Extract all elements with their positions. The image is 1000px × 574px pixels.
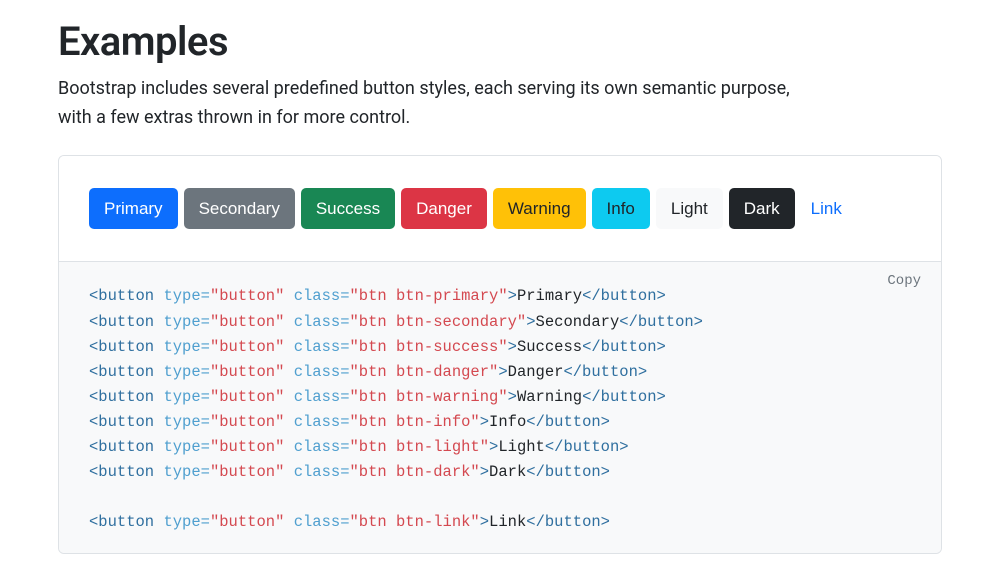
secondary-button[interactable]: Secondary [184,188,295,230]
primary-button[interactable]: Primary [89,188,178,230]
code-blank-line [89,485,911,510]
code-line: <button type="button" class="btn btn-lin… [89,510,911,535]
dark-button[interactable]: Dark [729,188,795,230]
danger-button[interactable]: Danger [401,188,487,230]
code-block: Copy <button type="button" class="btn bt… [59,261,941,553]
code-line: <button type="button" class="btn btn-lig… [89,435,911,460]
info-button[interactable]: Info [592,188,650,230]
example-preview: Primary Secondary Success Danger Warning… [59,156,941,262]
code-line: <button type="button" class="btn btn-dar… [89,460,911,485]
page-container: Examples Bootstrap includes several pred… [30,18,970,574]
success-button[interactable]: Success [301,188,395,230]
page-title: Examples [58,18,942,65]
code-line: <button type="button" class="btn btn-suc… [89,335,911,360]
code-line: <button type="button" class="btn btn-pri… [89,284,911,309]
code-line: <button type="button" class="btn btn-dan… [89,360,911,385]
link-button[interactable]: Link [801,189,852,229]
light-button[interactable]: Light [656,188,723,230]
example-card: Primary Secondary Success Danger Warning… [58,155,942,555]
intro-text: Bootstrap includes several predefined bu… [58,75,818,133]
code-line: <button type="button" class="btn btn-sec… [89,310,911,335]
code-lines: <button type="button" class="btn btn-pri… [89,284,911,535]
warning-button[interactable]: Warning [493,188,586,230]
copy-button[interactable]: Copy [881,272,927,290]
code-line: <button type="button" class="btn btn-inf… [89,410,911,435]
code-line: <button type="button" class="btn btn-war… [89,385,911,410]
